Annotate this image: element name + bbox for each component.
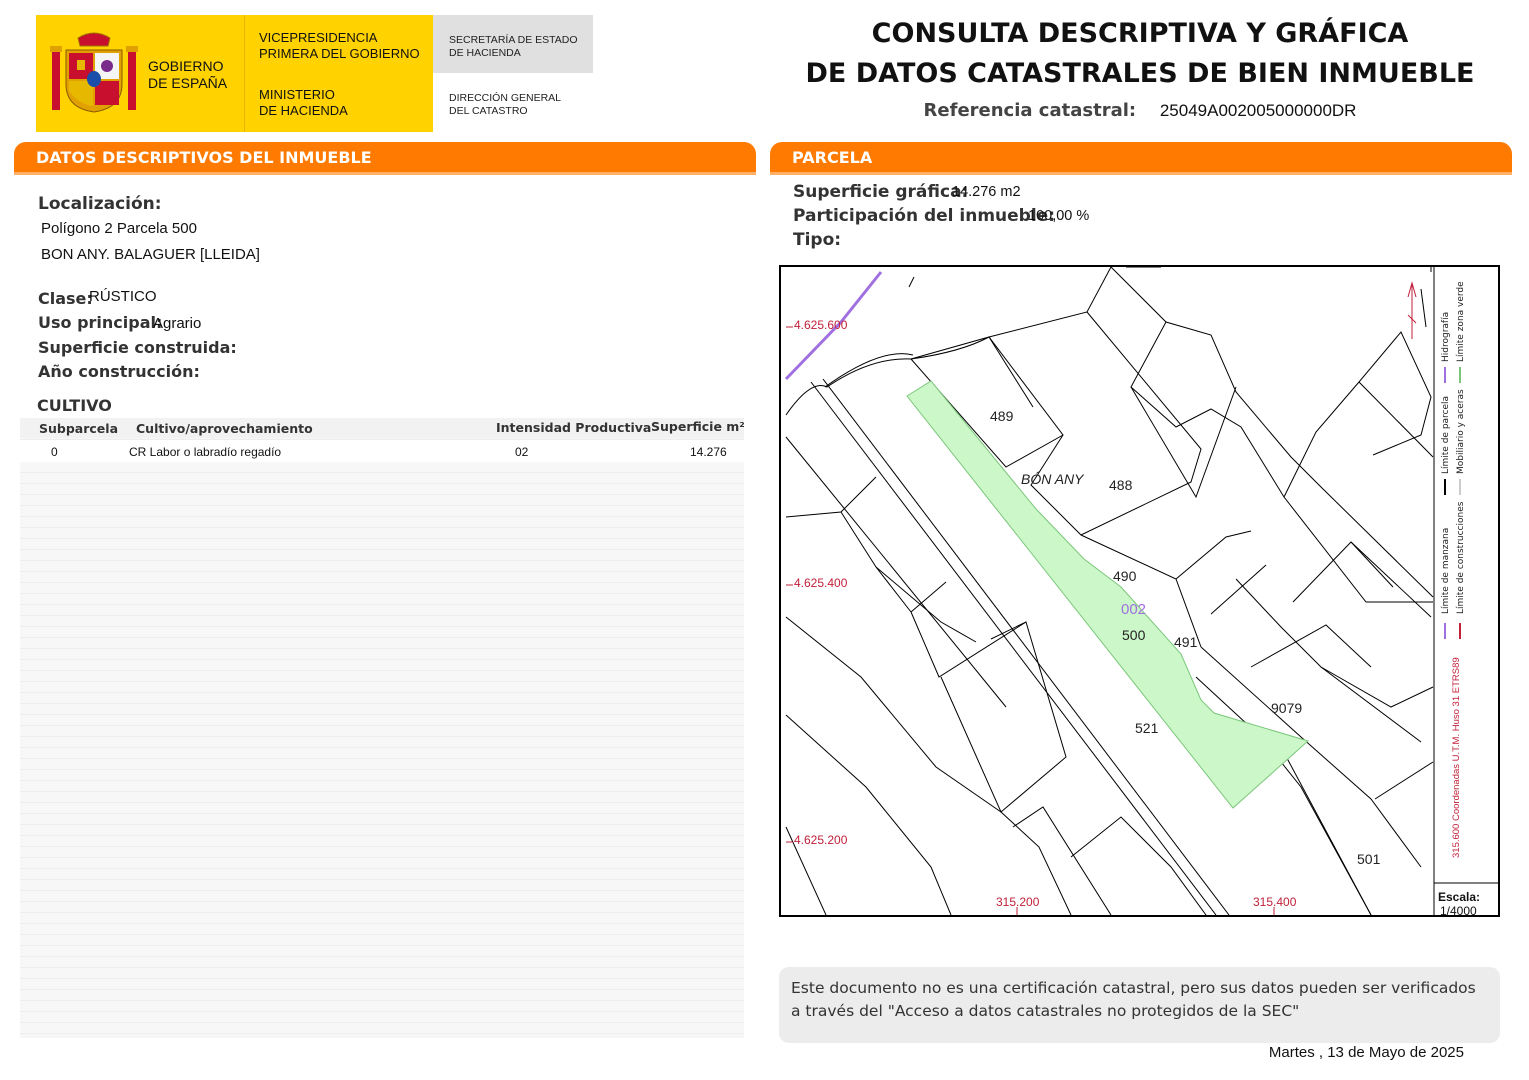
parcela-title: PARCELA [792, 148, 873, 167]
clase-label: Clase: [38, 289, 93, 308]
uso-value: Agrario [153, 315, 202, 332]
th-superficie: Superficie m² [651, 419, 745, 434]
th-subparcela: Subparcela [39, 421, 119, 436]
parcel-label-500: 500 [1122, 627, 1146, 643]
secretaria-line-2: DE HACIENDA [449, 47, 521, 59]
coord-y-3: 4.625.200 [794, 833, 848, 847]
vice-line-2: PRIMERA DEL GOBIERNO [259, 46, 420, 61]
superficie-grafica-label: Superficie gráfica: [793, 182, 969, 202]
direccion-text: DIRECCIÓN GENERAL DEL CATASTRO [449, 92, 561, 118]
td-intensidad: 02 [515, 445, 529, 459]
parcel-label-491: 491 [1174, 634, 1198, 650]
legend-limite-zona-verde: Límite zona verde [1456, 281, 1466, 362]
th-intensidad: Intensidad Productiva [496, 420, 652, 435]
parcel-label-501: 501 [1357, 851, 1381, 867]
anio-construccion-label: Año construcción: [38, 362, 200, 381]
th-cultivo: Cultivo/aprovechamiento [136, 421, 313, 436]
tipo-label: Tipo: [793, 230, 842, 250]
clase-value: RÚSTICO [89, 288, 157, 305]
superficie-grafica-value: 14.276 m2 [952, 184, 1021, 200]
place-name-label: BÓN ANY [1021, 471, 1084, 487]
td-cultivo: CR Labor o labradío regadío [129, 445, 282, 459]
gobierno-line-2: DE ESPAÑA [148, 75, 228, 91]
cultivo-table [20, 418, 744, 1038]
legend-limite-manzana: Límite de manzana [1441, 527, 1451, 614]
secretaria-line-1: SECRETARÍA DE ESTADO [449, 34, 578, 46]
cadastral-map-drawing [784, 267, 1498, 915]
parcel-label-521: 521 [1135, 720, 1159, 736]
north-arrow-icon [1407, 281, 1417, 339]
coat-of-arms-icon [50, 32, 138, 113]
title-line-2: DE DATOS CATASTRALES DE BIEN INMUEBLE [805, 58, 1475, 89]
parcel-label-489: 489 [990, 408, 1014, 424]
legend-hidrografia: Hidrografía [1441, 311, 1451, 362]
coord-x-1: 315.200 [996, 895, 1040, 909]
direccion-line-1: DIRECCIÓN GENERAL [449, 92, 562, 104]
escala-label: Escala: [1438, 890, 1481, 904]
datos-descriptivos-header: DATOS DESCRIPTIVOS DEL INMUEBLE [14, 142, 756, 174]
coord-y-2: 4.625.400 [794, 576, 848, 590]
participacion-label: Participación del inmueble: [793, 206, 1056, 226]
legend-limite-construcciones: Límite de construcciones [1456, 501, 1466, 614]
parcel-label-488: 488 [1109, 477, 1133, 493]
ministerio-line-1: MINISTERIO [259, 87, 335, 102]
page-title: CONSULTA DESCRIPTIVA Y GRÁFICA DE DATOS … [780, 14, 1500, 94]
poligono-label: 002 [1121, 601, 1147, 618]
parcel-500-shape [906, 380, 1310, 809]
legend-mobiliario-aceras: Mobiliario y aceras [1456, 389, 1466, 474]
document-date: Martes , 13 de Mayo de 2025 [1268, 1044, 1464, 1061]
ref-label: Referencia catastral: [923, 100, 1137, 121]
title-line-1: CONSULTA DESCRIPTIVA Y GRÁFICA [871, 18, 1409, 49]
superficie-construida-label: Superficie construida: [38, 338, 237, 357]
cultivo-heading: CULTIVO [37, 396, 112, 415]
disclaimer-text: Este documento no es una certificación c… [791, 979, 1476, 1020]
td-subparcela: 0 [51, 445, 58, 459]
disclaimer-note: Este documento no es una certificación c… [779, 967, 1500, 1043]
localizacion-line-1: Polígono 2 Parcela 500 [41, 220, 197, 237]
coord-y-1: 4.625.600 [794, 318, 848, 332]
vicepresidencia-text: VICEPRESIDENCIA PRIMERA DEL GOBIERNO [259, 30, 420, 62]
referencia-catastral: Referencia catastral: 25049A002005000000… [780, 100, 1500, 121]
localizacion-label: Localización: [38, 194, 162, 214]
header-underline [14, 172, 756, 183]
banner-divider [244, 15, 245, 132]
direccion-line-2: DEL CATASTRO [449, 105, 528, 117]
coord-system-label: 315.600 Coordenadas U.T.M. Huso 31 ETRS8… [1451, 657, 1462, 858]
datos-descriptivos-title: DATOS DESCRIPTIVOS DEL INMUEBLE [36, 148, 372, 167]
parcel-label-9079: 9079 [1271, 700, 1303, 716]
parcela-header: PARCELA [770, 142, 1512, 174]
localizacion-line-2: BON ANY. BALAGUER [LLEIDA] [41, 246, 260, 263]
gobierno-text: GOBIERNO DE ESPAÑA [148, 58, 227, 92]
participacion-value: 100,00 % [1028, 208, 1090, 224]
gobierno-line-1: GOBIERNO [148, 58, 224, 74]
secretaria-text: SECRETARÍA DE ESTADO DE HACIENDA [449, 34, 578, 60]
legend-limite-parcela: Límite de parcela [1441, 395, 1451, 474]
escala-value: 1/4000 [1440, 904, 1477, 918]
parcel-label-490: 490 [1113, 568, 1137, 584]
vice-line-1: VICEPRESIDENCIA [259, 30, 378, 45]
td-superficie: 14.276 [690, 445, 727, 459]
ref-value: 25049A002005000000DR [1159, 101, 1357, 120]
coord-x-2: 315.400 [1253, 895, 1297, 909]
ministerio-text: MINISTERIO DE HACIENDA [259, 87, 348, 119]
uso-label: Uso principal: [38, 313, 163, 332]
ministerio-line-2: DE HACIENDA [259, 103, 348, 118]
